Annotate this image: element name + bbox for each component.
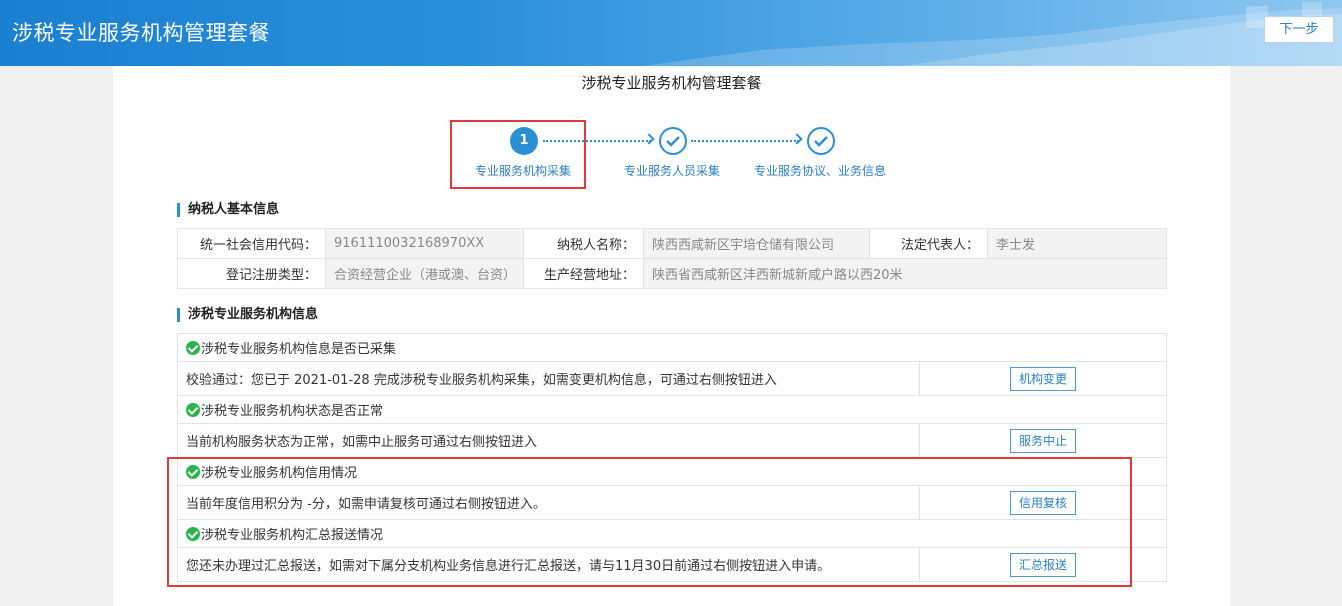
step-arrow-1 (643, 133, 655, 145)
org-section-title: 涉税专业服务机构信息 (177, 308, 318, 322)
app-title: 涉税专业服务机构管理套餐 (12, 21, 270, 45)
credit-summary-highlight (167, 457, 1132, 587)
reg-type-value: 合资经营企业（港或澳、台资） (325, 258, 524, 289)
taxpayer-name-label: 纳税人名称： (523, 228, 644, 259)
org-item-desc: 校验通过：您已于 2021-01-28 完成涉税专业服务机构采集，如需变更机构信… (177, 361, 920, 396)
address-value: 陕西省西咸新区沣西新城新咸户路以西20米 (643, 258, 1167, 289)
taxpayer-name-value: 陕西西咸新区宇培仓储有限公司 (643, 228, 870, 259)
step-indicator: 1 专业服务机构采集 专业服务人员采集 专业服务协议、业务信息 (113, 66, 1230, 196)
legal-rep-value: 李士发 (987, 228, 1167, 259)
current-step-highlight (450, 120, 586, 189)
app-header: 涉税专业服务机构管理套餐 下一步 (0, 0, 1342, 66)
taxpayer-info-table: 统一社会信用代码： 9161110032168970XX 纳税人名称： 陕西西咸… (177, 228, 1167, 289)
org-item-title: 涉税专业服务机构状态是否正常 (177, 395, 1167, 424)
check-circle-icon (186, 341, 200, 355)
org-item-title: 涉税专业服务机构信息是否已采集 (177, 333, 1167, 362)
step-2-check-icon (659, 127, 687, 155)
step-3-label[interactable]: 专业服务协议、业务信息 (754, 162, 886, 179)
step-connector-2 (691, 140, 799, 142)
service-suspend-button[interactable]: 服务中止 (1009, 428, 1076, 453)
step-2-label[interactable]: 专业服务人员采集 (624, 162, 720, 179)
main-panel: 涉税专业服务机构管理套餐 1 专业服务机构采集 专业服务人员采集 专业服务协议、… (113, 66, 1230, 606)
org-item-desc: 当前机构服务状态为正常，如需中止服务可通过右侧按钮进入 (177, 423, 920, 458)
org-change-button[interactable]: 机构变更 (1009, 366, 1076, 391)
next-step-button[interactable]: 下一步 (1264, 16, 1334, 43)
check-circle-icon (186, 403, 200, 417)
step-arrow-2 (791, 133, 803, 145)
address-label: 生产经营地址： (523, 258, 644, 289)
step-3-check-icon (807, 127, 835, 155)
legal-rep-label: 法定代表人： (869, 228, 988, 259)
reg-type-label: 登记注册类型： (177, 258, 326, 289)
credit-code-label: 统一社会信用代码： (177, 228, 326, 259)
credit-code-value: 9161110032168970XX (325, 228, 524, 259)
great-wall-decoration (642, 2, 1342, 66)
taxpayer-section-title: 纳税人基本信息 (177, 203, 279, 217)
